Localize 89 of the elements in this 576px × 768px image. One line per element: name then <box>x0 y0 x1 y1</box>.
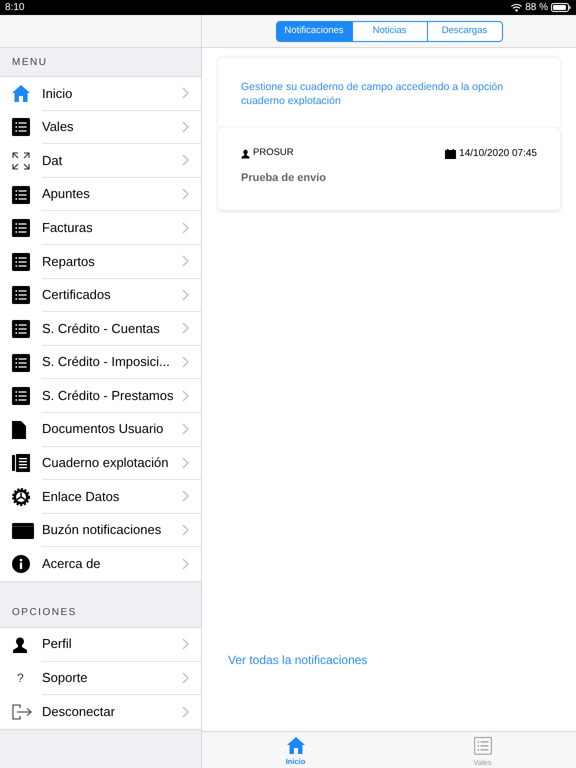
chevron-icon <box>182 222 189 234</box>
chevron-icon <box>182 638 189 650</box>
segment-tab[interactable]: Noticias <box>352 22 426 40</box>
calendar-icon <box>445 148 456 158</box>
menu-label: Desconectar <box>42 703 115 722</box>
person-icon <box>241 148 250 158</box>
gear-icon <box>12 488 30 506</box>
menu-item[interactable]: S. Crédito - Imposici... <box>0 346 201 380</box>
list-icon <box>12 320 30 338</box>
chevron-icon <box>182 524 189 536</box>
menu-item[interactable]: Repartos <box>0 244 201 279</box>
wifi-icon <box>511 4 522 12</box>
menu-item[interactable]: S. Crédito - Prestamos <box>0 379 201 413</box>
segment-tab[interactable]: Notificaciones <box>276 22 352 40</box>
menu-label: Inicio <box>42 84 72 103</box>
expand-icon <box>12 152 30 170</box>
chevron-icon <box>182 120 189 133</box>
date: 14/10/2020 07:45 <box>459 147 537 161</box>
menu-label: S. Crédito - Prestamos <box>42 386 174 405</box>
menu-item[interactable]: Desconectar <box>0 695 201 729</box>
person-icon <box>12 636 28 653</box>
chevron-icon <box>182 356 189 368</box>
clock: 8:10 <box>5 1 24 15</box>
chevron-icon <box>182 322 189 334</box>
menu-label: Enlace Datos <box>42 488 120 506</box>
home-icon <box>12 85 30 102</box>
section-header: MENU <box>12 56 48 70</box>
menu-item[interactable]: Cuaderno explotación <box>0 446 201 480</box>
menu-label: Documentos Usuario <box>42 420 164 438</box>
menu-item[interactable]: Perfil <box>0 628 201 662</box>
list-icon <box>12 186 30 204</box>
inbox-icon <box>12 522 34 539</box>
menu-label: Facturas <box>42 218 93 237</box>
list-icon <box>12 118 30 136</box>
battery-percent: 88 % <box>525 1 548 15</box>
chevron-icon <box>182 255 189 268</box>
menu-label: Soporte <box>42 669 88 688</box>
menu-item[interactable]: Vales <box>0 110 201 144</box>
chevron-icon <box>182 390 189 402</box>
chevron-icon <box>182 87 189 100</box>
menu-label: Repartos <box>42 252 95 271</box>
menu-label: Dat <box>42 152 62 170</box>
logout-icon <box>12 704 32 720</box>
menu-label: Cuaderno explotación <box>42 454 168 472</box>
menu-item[interactable]: Apuntes <box>0 178 201 212</box>
menu-item[interactable]: Documentos Usuario <box>0 412 201 447</box>
help-icon: ? <box>12 669 24 688</box>
menu-label: Perfil <box>42 635 72 654</box>
menu-item[interactable]: Facturas <box>0 211 201 245</box>
menu-item[interactable]: ? Soporte <box>0 662 201 696</box>
chevron-icon <box>182 288 189 301</box>
menu-label: S. Crédito - Cuentas <box>42 320 160 338</box>
chevron-icon <box>182 558 189 570</box>
chevron-icon <box>182 672 189 684</box>
menu-label: Apuntes <box>42 185 90 204</box>
menu-item[interactable]: S. Crédito - Cuentas <box>0 312 201 346</box>
chevron-icon <box>182 154 189 166</box>
list-icon <box>12 286 30 304</box>
menu-item[interactable]: Dat <box>0 144 201 178</box>
notification-card[interactable]: PROSUR 14/10/2020 07:45 Prueba de envio <box>218 128 560 210</box>
list-icon <box>12 252 30 271</box>
list-icon <box>12 219 30 238</box>
menu-label: S. Crédito - Imposici... <box>42 353 170 372</box>
chevron-icon <box>182 706 189 718</box>
menu-label: Certificados <box>42 286 111 304</box>
menu-item[interactable]: Enlace Datos <box>0 480 201 514</box>
menu-label: Vales <box>42 118 74 136</box>
menu-item[interactable]: Buzón notificaciones <box>0 514 201 548</box>
list-icon <box>12 354 30 372</box>
menu-item[interactable]: Acerca de <box>0 547 201 581</box>
menu-item[interactable]: Inicio <box>0 77 201 111</box>
notification-message: Prueba de envio <box>241 171 327 186</box>
chevron-icon <box>182 490 189 502</box>
list-icon <box>12 387 30 406</box>
notebook-icon <box>12 454 30 472</box>
home-icon <box>286 737 304 754</box>
list-icon <box>474 737 492 755</box>
segment-tab[interactable]: Descargas <box>426 22 502 40</box>
menu-item[interactable]: Certificados <box>0 278 201 312</box>
menu-label: Buzón notificaciones <box>42 521 162 540</box>
chevron-icon <box>182 456 189 469</box>
chevron-icon <box>182 423 189 436</box>
sender: PROSUR <box>253 146 294 160</box>
battery-icon <box>551 3 571 12</box>
info-icon <box>12 555 30 574</box>
section-header: OPCIONES <box>12 606 77 620</box>
menu-label: Acerca de <box>42 555 101 574</box>
chevron-icon <box>182 188 189 200</box>
document-icon <box>12 420 26 439</box>
